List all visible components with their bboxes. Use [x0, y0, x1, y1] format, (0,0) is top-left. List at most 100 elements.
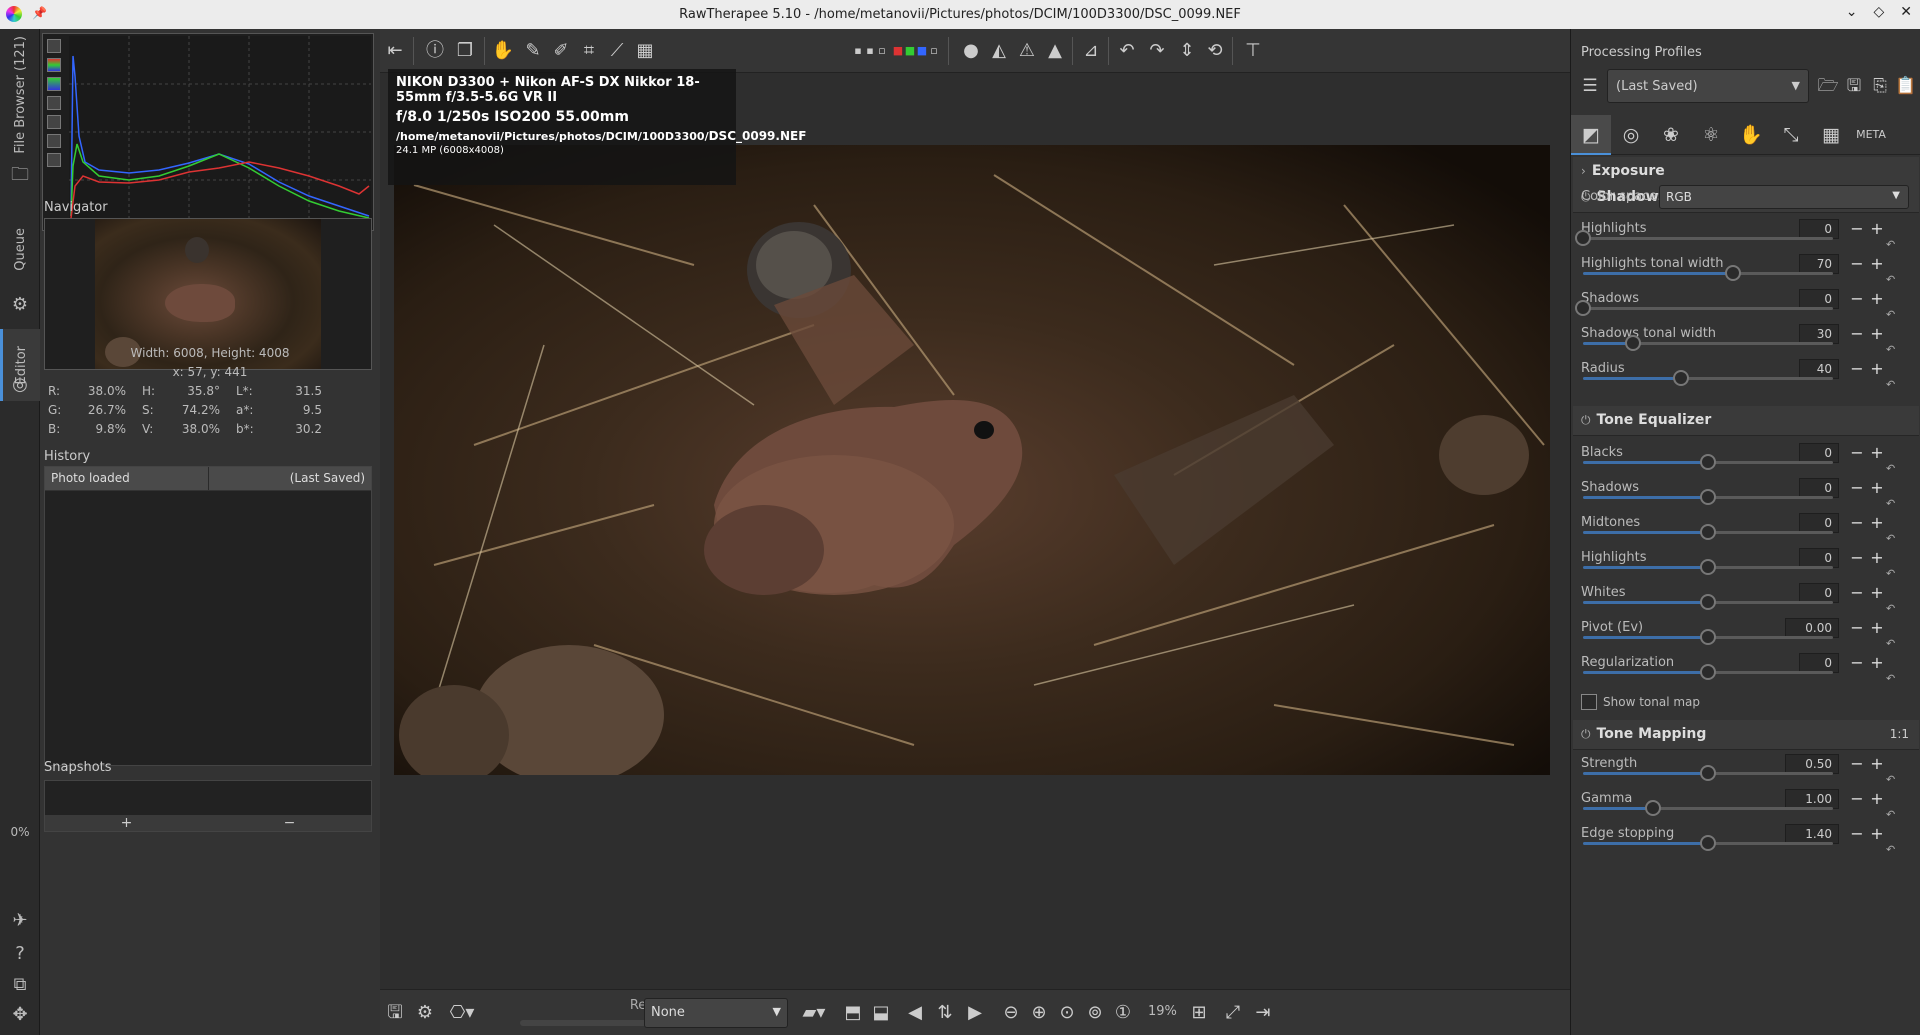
zoom-100-icon[interactable]: ① — [1110, 1000, 1136, 1026]
slider-value-field[interactable]: 0 — [1799, 583, 1839, 603]
histogram-luma-button[interactable] — [47, 96, 61, 110]
slider-knob[interactable] — [1700, 559, 1716, 575]
save-profile-icon[interactable]: 🖫 — [1841, 73, 1867, 99]
close-icon[interactable]: ✕ — [1900, 4, 1912, 20]
plus-icon[interactable]: + — [1867, 583, 1887, 603]
preferences-icon[interactable]: ⧉ — [8, 973, 32, 997]
reset-icon[interactable]: ↶ — [1886, 603, 1898, 615]
slider-value-field[interactable]: 0 — [1799, 289, 1839, 309]
focus-mask-icon[interactable]: ● — [958, 38, 984, 64]
reset-icon[interactable]: ↶ — [1886, 774, 1898, 786]
slider-value-field[interactable]: 0 — [1799, 653, 1839, 673]
slider-knob[interactable] — [1672, 370, 1689, 386]
slider-track[interactable] — [1583, 237, 1833, 240]
reset-icon[interactable]: ↶ — [1886, 844, 1898, 856]
tab-transform-icon[interactable]: ⤡ — [1771, 115, 1811, 155]
profile-select[interactable]: (Last Saved) ▼ — [1607, 69, 1809, 103]
minus-icon[interactable]: − — [1847, 324, 1867, 344]
slider-knob[interactable] — [1645, 800, 1661, 816]
histogram-channel-button[interactable] — [47, 77, 61, 91]
color-picker-icon[interactable]: ✐ — [548, 38, 574, 64]
hide-right-panel-icon[interactable]: ⇥ — [1250, 1000, 1276, 1026]
reset-icon[interactable]: ↶ — [1886, 568, 1898, 580]
tab-advanced-icon[interactable]: ⚛ — [1691, 115, 1731, 155]
minus-icon[interactable]: − — [1847, 289, 1867, 309]
gamut-check-icon[interactable]: ⬓ — [868, 1000, 894, 1026]
histogram-raw-button[interactable] — [47, 39, 61, 53]
highlight-clipping-icon[interactable]: ▲ — [1042, 38, 1068, 64]
next-image-icon[interactable]: ▶ — [962, 1000, 988, 1026]
tab-file-browser[interactable]: File Browser (121) — [0, 35, 40, 155]
main-photo[interactable] — [394, 145, 1550, 775]
slider-knob[interactable] — [1700, 664, 1716, 680]
plus-icon[interactable]: + — [1867, 324, 1887, 344]
tab-color-icon[interactable]: ❀ — [1651, 115, 1691, 155]
histogram-rgb-button[interactable] — [47, 58, 61, 72]
slider-value-field[interactable]: 1.00 — [1785, 789, 1839, 809]
hide-left-panel-icon[interactable]: ⇤ — [382, 38, 408, 64]
pin-icon[interactable]: 📌 — [32, 6, 47, 20]
tone-mapping-section-header[interactable]: ⏻ Tone Mapping 1:1 — [1573, 720, 1919, 750]
slider-knob[interactable] — [1575, 300, 1591, 316]
minus-icon[interactable]: − — [1847, 443, 1867, 463]
preview-luminance-icon[interactable]: ▫ — [926, 38, 942, 64]
external-editor-icon[interactable]: ⎔▾ — [442, 1000, 482, 1026]
tab-exposure-icon[interactable]: ◩ — [1571, 115, 1611, 155]
slider-knob[interactable] — [1700, 835, 1716, 851]
guides-icon[interactable]: ⊿ — [1078, 38, 1104, 64]
plus-icon[interactable]: + — [1867, 789, 1887, 809]
reset-icon[interactable]: ↶ — [1886, 498, 1898, 510]
send-to-queue-icon[interactable]: ⚙ — [412, 1000, 438, 1026]
slider-value-field[interactable]: 70 — [1799, 254, 1839, 274]
zoom-fit-icon[interactable]: ⊙ — [1054, 1000, 1080, 1026]
minus-icon[interactable]: − — [1847, 618, 1867, 638]
slider-value-field[interactable]: 0 — [1799, 548, 1839, 568]
preview-white-icon[interactable]: ▫ — [874, 38, 890, 64]
minus-icon[interactable]: − — [1847, 653, 1867, 673]
tone-equalizer-section-header[interactable]: ⏻ Tone Equalizer — [1573, 406, 1919, 436]
plus-icon[interactable]: + — [1867, 219, 1887, 239]
tab-local-icon[interactable]: ✋ — [1731, 115, 1771, 155]
minus-icon[interactable]: − — [1847, 548, 1867, 568]
reset-icon[interactable]: ↶ — [1886, 809, 1898, 821]
slider-knob[interactable] — [1700, 629, 1716, 645]
minus-icon[interactable]: − — [1847, 478, 1867, 498]
reset-icon[interactable]: ↶ — [1886, 463, 1898, 475]
before-after-icon[interactable]: ❐ — [452, 38, 478, 64]
flip-horizontal-icon[interactable]: ⟲ — [1202, 38, 1228, 64]
power-icon[interactable]: ⏻ — [1581, 727, 1591, 741]
straighten-icon[interactable]: ⟋ — [604, 38, 630, 64]
slider-knob[interactable] — [1700, 594, 1716, 610]
output-profile-select[interactable]: None ▼ — [644, 998, 788, 1028]
slider-value-field[interactable]: 0 — [1799, 219, 1839, 239]
hide-top-panel-icon[interactable]: ⊤ — [1240, 38, 1266, 64]
load-profile-icon[interactable]: 🗁 — [1815, 73, 1841, 99]
minus-icon[interactable]: − — [1847, 754, 1867, 774]
sync-browser-icon[interactable]: ⇅ — [932, 1000, 958, 1026]
plus-icon[interactable]: + — [1867, 618, 1887, 638]
minus-icon[interactable]: − — [1847, 789, 1867, 809]
profile-list-icon[interactable]: ☰ — [1577, 73, 1603, 99]
slider-value-field[interactable]: 0.00 — [1785, 618, 1839, 638]
help-icon[interactable]: ? — [8, 942, 32, 966]
copy-profile-icon[interactable]: ⎘ — [1867, 73, 1893, 99]
tab-meta-icon[interactable]: META — [1851, 115, 1891, 155]
slider-track[interactable] — [1583, 807, 1833, 810]
slider-knob[interactable] — [1625, 335, 1641, 351]
reset-icon[interactable]: ↶ — [1886, 309, 1898, 321]
slider-value-field[interactable]: 0 — [1799, 443, 1839, 463]
perspective-icon[interactable]: ▦ — [632, 38, 658, 64]
slider-value-field[interactable]: 1.40 — [1785, 824, 1839, 844]
slider-knob[interactable] — [1575, 230, 1591, 246]
plus-icon[interactable]: + — [1867, 754, 1887, 774]
slider-knob[interactable] — [1700, 454, 1716, 470]
rotate-left-icon[interactable]: ↶ — [1114, 38, 1140, 64]
slider-track[interactable] — [1583, 307, 1833, 310]
info-icon[interactable]: ⓘ — [422, 38, 448, 64]
flip-vertical-icon[interactable]: ⇕ — [1174, 38, 1200, 64]
minus-icon[interactable]: − — [1847, 254, 1867, 274]
slider-value-field[interactable]: 40 — [1799, 359, 1839, 379]
false-color-icon[interactable]: ◭ — [986, 38, 1012, 64]
plus-icon[interactable]: + — [1867, 548, 1887, 568]
power-icon[interactable]: ⏻ — [1581, 413, 1591, 427]
